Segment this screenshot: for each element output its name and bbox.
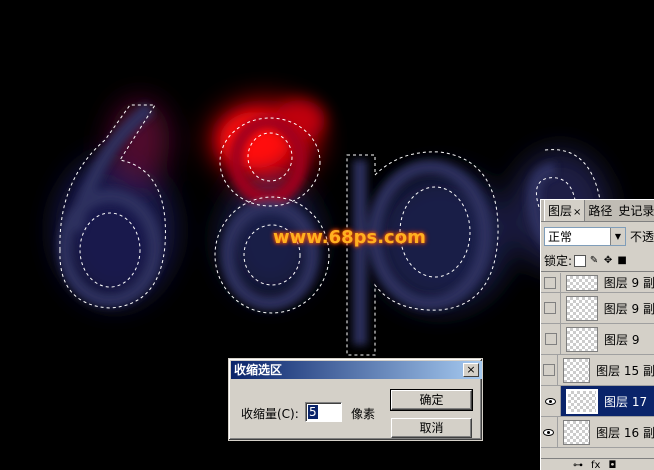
layer-row[interactable]: 图层 15 副: [541, 355, 654, 386]
cancel-button[interactable]: 取消: [391, 418, 472, 438]
fx-icon[interactable]: fx: [591, 460, 600, 470]
visibility-toggle[interactable]: [541, 273, 561, 292]
tab-layers[interactable]: 图层×: [544, 200, 586, 221]
lock-icon[interactable]: ■: [616, 255, 628, 267]
contract-amount-label: 收缩量(C):: [241, 407, 299, 421]
layer-row[interactable]: 图层 16 副: [541, 417, 654, 448]
layer-thumbnail: [566, 326, 598, 352]
layer-row-selected[interactable]: 图层 17: [541, 386, 654, 417]
layers-panel: 图层× 路径 史记录 正常 ▼ 不透 锁定: ✎ ✥ ■ 图层 9 副 图层 9…: [540, 199, 654, 470]
unit-label: 像素: [351, 407, 376, 421]
layer-row[interactable]: 图层 9 副: [541, 273, 654, 293]
visibility-toggle[interactable]: [541, 386, 561, 416]
visibility-off-icon: [544, 276, 557, 289]
blend-mode-select[interactable]: 正常 ▼: [544, 226, 626, 246]
close-icon[interactable]: ×: [573, 207, 581, 218]
blend-row: 正常 ▼ 不透: [541, 222, 654, 250]
blend-mode-value: 正常: [548, 229, 573, 244]
chevron-down-icon[interactable]: ▼: [609, 227, 625, 245]
visibility-toggle[interactable]: [541, 417, 558, 447]
layer-name: 图层 9 副: [603, 301, 654, 316]
panel-tabs: 图层× 路径 史记录: [541, 200, 654, 222]
dialog-title: 收缩选区: [234, 363, 283, 377]
visibility-toggle[interactable]: [541, 293, 561, 323]
watermark-text: www.68ps.com: [273, 227, 426, 248]
lock-label: 锁定:: [544, 254, 573, 268]
layer-row[interactable]: 图层 9: [541, 324, 654, 355]
dialog-title-bar[interactable]: 收缩选区 ×: [231, 361, 482, 379]
tab-layers-label: 图层: [548, 204, 573, 218]
layer-thumbnail: [565, 295, 598, 321]
contract-selection-dialog: 收缩选区 × 收缩量(C): 5 像素 确定 取消: [228, 358, 483, 441]
layer-name: 图层 17: [604, 394, 648, 409]
layer-name: 图层 9 副: [603, 276, 654, 290]
layer-name: 图层 9: [604, 332, 640, 347]
visibility-toggle[interactable]: [541, 355, 558, 385]
visibility-off-icon: [544, 333, 557, 345]
lock-row: 锁定: ✎ ✥ ■: [541, 250, 654, 272]
move-icon[interactable]: ✥: [602, 255, 614, 267]
contract-amount-input[interactable]: 5: [305, 402, 342, 422]
eye-icon: [543, 428, 555, 436]
contract-amount-value: 5: [308, 405, 318, 419]
layer-thumbnail: [562, 419, 591, 445]
lock-transparency-icon[interactable]: [574, 254, 587, 267]
ok-button[interactable]: 确定: [390, 389, 473, 411]
layer-thumbnail: [562, 357, 591, 383]
tab-history[interactable]: 史记录: [615, 200, 654, 221]
layer-name: 图层 16 副: [596, 425, 654, 440]
layer-name: 图层 15 副: [596, 363, 654, 378]
mask-icon[interactable]: ◘: [608, 460, 616, 470]
visibility-off-icon: [542, 364, 555, 376]
panel-bottom-bar: ⊶ fx ◘: [541, 458, 654, 470]
eye-icon: [545, 397, 556, 405]
link-icon[interactable]: ⊶: [573, 460, 583, 470]
tab-paths[interactable]: 路径: [585, 200, 615, 221]
close-button[interactable]: ×: [463, 363, 479, 377]
layer-thumbnail: [565, 274, 598, 291]
layer-row[interactable]: 图层 9 副: [541, 293, 654, 324]
layer-list: 图层 9 副 图层 9 副 图层 9 图层 15 副 图层 17 图层 16 副: [541, 273, 654, 448]
opacity-label: 不透: [629, 229, 654, 244]
brush-icon[interactable]: ✎: [588, 255, 600, 267]
visibility-off-icon: [544, 302, 557, 314]
layer-thumbnail: [566, 388, 598, 414]
visibility-toggle[interactable]: [541, 324, 561, 354]
